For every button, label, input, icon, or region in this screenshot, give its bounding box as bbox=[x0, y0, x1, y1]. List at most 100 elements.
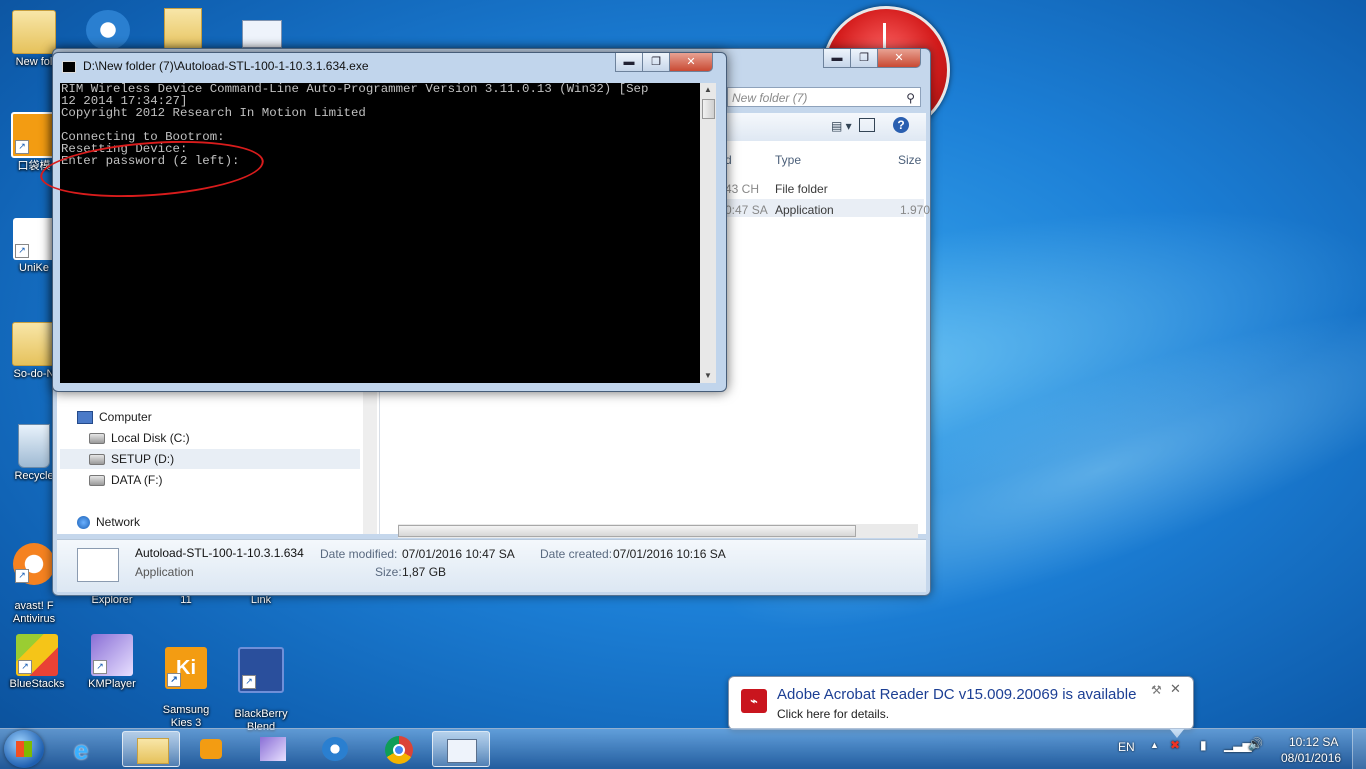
taskbar-chrome[interactable] bbox=[370, 731, 428, 767]
nav-network[interactable]: Network bbox=[77, 512, 140, 532]
desktop-icon-label: avast! F Antivirus bbox=[12, 600, 56, 625]
bluestacks-icon: ↗ bbox=[16, 634, 58, 676]
desktop-icon-bluestacks[interactable]: ↗ BlueStacks bbox=[0, 634, 75, 691]
scroll-down-arrow-icon[interactable]: ▼ bbox=[700, 369, 716, 383]
close-button[interactable]: ✕ bbox=[877, 49, 921, 68]
row-app-size: 1.970 bbox=[900, 203, 931, 217]
avast-icon: ↗ bbox=[13, 543, 55, 585]
cmd-window[interactable]: D:\New folder (7)\Autoload-STL-100-1-10.… bbox=[52, 52, 727, 392]
maximize-button[interactable]: ❐ bbox=[642, 53, 670, 72]
details-kind: Application bbox=[135, 565, 194, 579]
date-created-label: Date created: bbox=[540, 547, 613, 561]
desktop-icon-kmplayer[interactable]: ↗ KMPlayer bbox=[74, 634, 150, 691]
console-output[interactable]: RIM Wireless Device Command-Line Auto-Pr… bbox=[60, 83, 700, 383]
minimize-button[interactable]: ▬ bbox=[823, 49, 851, 68]
network-icon bbox=[77, 516, 90, 530]
folder-icon bbox=[137, 738, 169, 764]
horizontal-scrollbar[interactable] bbox=[398, 524, 918, 538]
taskbar-media-player[interactable] bbox=[182, 731, 240, 767]
desktop-icon-top-doc[interactable] bbox=[242, 20, 282, 48]
scroll-up-arrow-icon[interactable]: ▲ bbox=[700, 83, 716, 97]
clock-date[interactable]: 08/01/2016 bbox=[1281, 751, 1341, 765]
scroll-thumb[interactable] bbox=[702, 99, 715, 119]
volume-icon[interactable]: 🔊 bbox=[1248, 737, 1263, 751]
desktop-icon-blackberry-blend[interactable]: ↗ BlackBerry Blend bbox=[223, 634, 299, 734]
preview-pane-icon[interactable] bbox=[859, 118, 875, 132]
media-player-icon bbox=[200, 739, 222, 759]
adobe-acrobat-icon: ⌁ bbox=[741, 689, 767, 713]
nav-computer[interactable]: Computer bbox=[77, 407, 152, 427]
desktop-icon-label: New fol bbox=[15, 56, 53, 68]
taskbar-cmd[interactable] bbox=[432, 731, 490, 767]
chrome-icon bbox=[385, 736, 413, 764]
computer-icon bbox=[77, 411, 93, 425]
details-pane: Autoload-STL-100-1-10.3.1.634 Applicatio… bbox=[57, 539, 926, 592]
nav-drive-d[interactable]: SETUP (D:) bbox=[60, 449, 360, 469]
desktop-icon-samsung-kies[interactable]: Ki ↗ Samsung Kies 3 bbox=[148, 634, 224, 730]
search-input[interactable]: New folder (7) ⚲ bbox=[727, 87, 921, 107]
desktop-icon-label: Samsung Kies 3 bbox=[162, 704, 210, 729]
maximize-button[interactable]: ❐ bbox=[850, 49, 878, 68]
size-value: 1,87 GB bbox=[402, 565, 447, 579]
desktop-icon-top-folder[interactable] bbox=[164, 8, 202, 52]
desktop-icon-top[interactable] bbox=[86, 10, 130, 50]
notification-balloon[interactable]: ⌁ Adobe Acrobat Reader DC v15.009.20069 … bbox=[728, 676, 1194, 738]
taskbar-internet-explorer[interactable]: e bbox=[60, 731, 118, 767]
drive-icon bbox=[89, 454, 105, 466]
show-desktop-button[interactable] bbox=[1352, 729, 1366, 769]
details-filename: Autoload-STL-100-1-10.3.1.634 bbox=[135, 546, 304, 560]
tray-app-icon[interactable]: ✖ bbox=[1170, 738, 1180, 752]
column-header-type[interactable]: Type bbox=[775, 153, 801, 167]
search-icon: ⚲ bbox=[906, 91, 915, 105]
cmd-window-title: D:\New folder (7)\Autoload-STL-100-1-10.… bbox=[83, 59, 369, 73]
recycle-bin-icon bbox=[18, 424, 50, 468]
console-scrollbar[interactable]: ▲ ▼ bbox=[700, 83, 716, 383]
taskbar: e EN ▲ ✖ ▮ ▁▃▅ 🔊 10:12 SA 08/01/2016 bbox=[0, 728, 1366, 769]
show-hidden-icons-button[interactable]: ▲ bbox=[1150, 740, 1159, 750]
date-created-value: 07/01/2016 10:16 SA bbox=[613, 547, 726, 561]
row-app-date: 0:47 SA bbox=[725, 203, 768, 217]
date-modified-label: Date modified: bbox=[320, 547, 398, 561]
size-label: Size: bbox=[375, 565, 402, 579]
taskbar-kmplayer[interactable] bbox=[244, 731, 302, 767]
nav-drive-c[interactable]: Local Disk (C:) bbox=[89, 428, 190, 448]
console-app-icon bbox=[62, 61, 76, 73]
app-icon: ↗ bbox=[11, 112, 57, 158]
action-center-icon[interactable]: ▮ bbox=[1200, 738, 1207, 752]
row-folder-type[interactable]: File folder bbox=[775, 182, 828, 196]
nav-scrollbar[interactable] bbox=[363, 391, 377, 534]
column-header-size[interactable]: Size bbox=[898, 153, 921, 167]
blackberry-blend-icon: ↗ bbox=[238, 647, 284, 693]
desktop-icon-label: So-do-N bbox=[13, 368, 55, 380]
search-placeholder: New folder (7) bbox=[732, 91, 808, 105]
row-app-type[interactable]: Application bbox=[775, 203, 834, 217]
date-modified-value: 07/01/2016 10:47 SA bbox=[402, 547, 515, 561]
close-icon[interactable]: ✕ bbox=[1170, 681, 1181, 697]
folder-icon bbox=[12, 10, 56, 54]
drive-icon bbox=[89, 475, 105, 487]
help-icon[interactable]: ? bbox=[893, 117, 909, 133]
kmplayer-icon bbox=[260, 737, 286, 761]
hard-drive-icon bbox=[89, 433, 105, 445]
start-button[interactable] bbox=[4, 730, 44, 768]
notification-title: Adobe Acrobat Reader DC v15.009.20069 is… bbox=[777, 686, 1137, 703]
close-button[interactable]: ✕ bbox=[669, 53, 713, 72]
settings-wrench-icon[interactable]: ⚒ bbox=[1151, 683, 1162, 697]
view-options-icon[interactable]: ▤ ▾ bbox=[831, 119, 852, 133]
app-icon bbox=[322, 737, 348, 761]
language-indicator[interactable]: EN bbox=[1118, 740, 1135, 754]
taskbar-explorer[interactable] bbox=[122, 731, 180, 767]
taskbar-app[interactable] bbox=[306, 731, 364, 767]
console-icon bbox=[447, 739, 477, 763]
scroll-thumb[interactable] bbox=[398, 525, 856, 537]
nav-drive-f[interactable]: DATA (F:) bbox=[89, 470, 163, 490]
desktop-icon-label: UniKe bbox=[19, 262, 49, 274]
unikey-icon: ↗ bbox=[13, 218, 55, 260]
desktop-icon-label: KMPlayer bbox=[88, 678, 136, 690]
clock-time[interactable]: 10:12 SA bbox=[1289, 735, 1338, 749]
kmplayer-icon: ↗ bbox=[91, 634, 133, 676]
notification-body[interactable]: Click here for details. bbox=[777, 707, 889, 721]
application-icon bbox=[77, 548, 119, 582]
minimize-button[interactable]: ▬ bbox=[615, 53, 643, 72]
row-folder-date: 43 CH bbox=[725, 182, 760, 196]
